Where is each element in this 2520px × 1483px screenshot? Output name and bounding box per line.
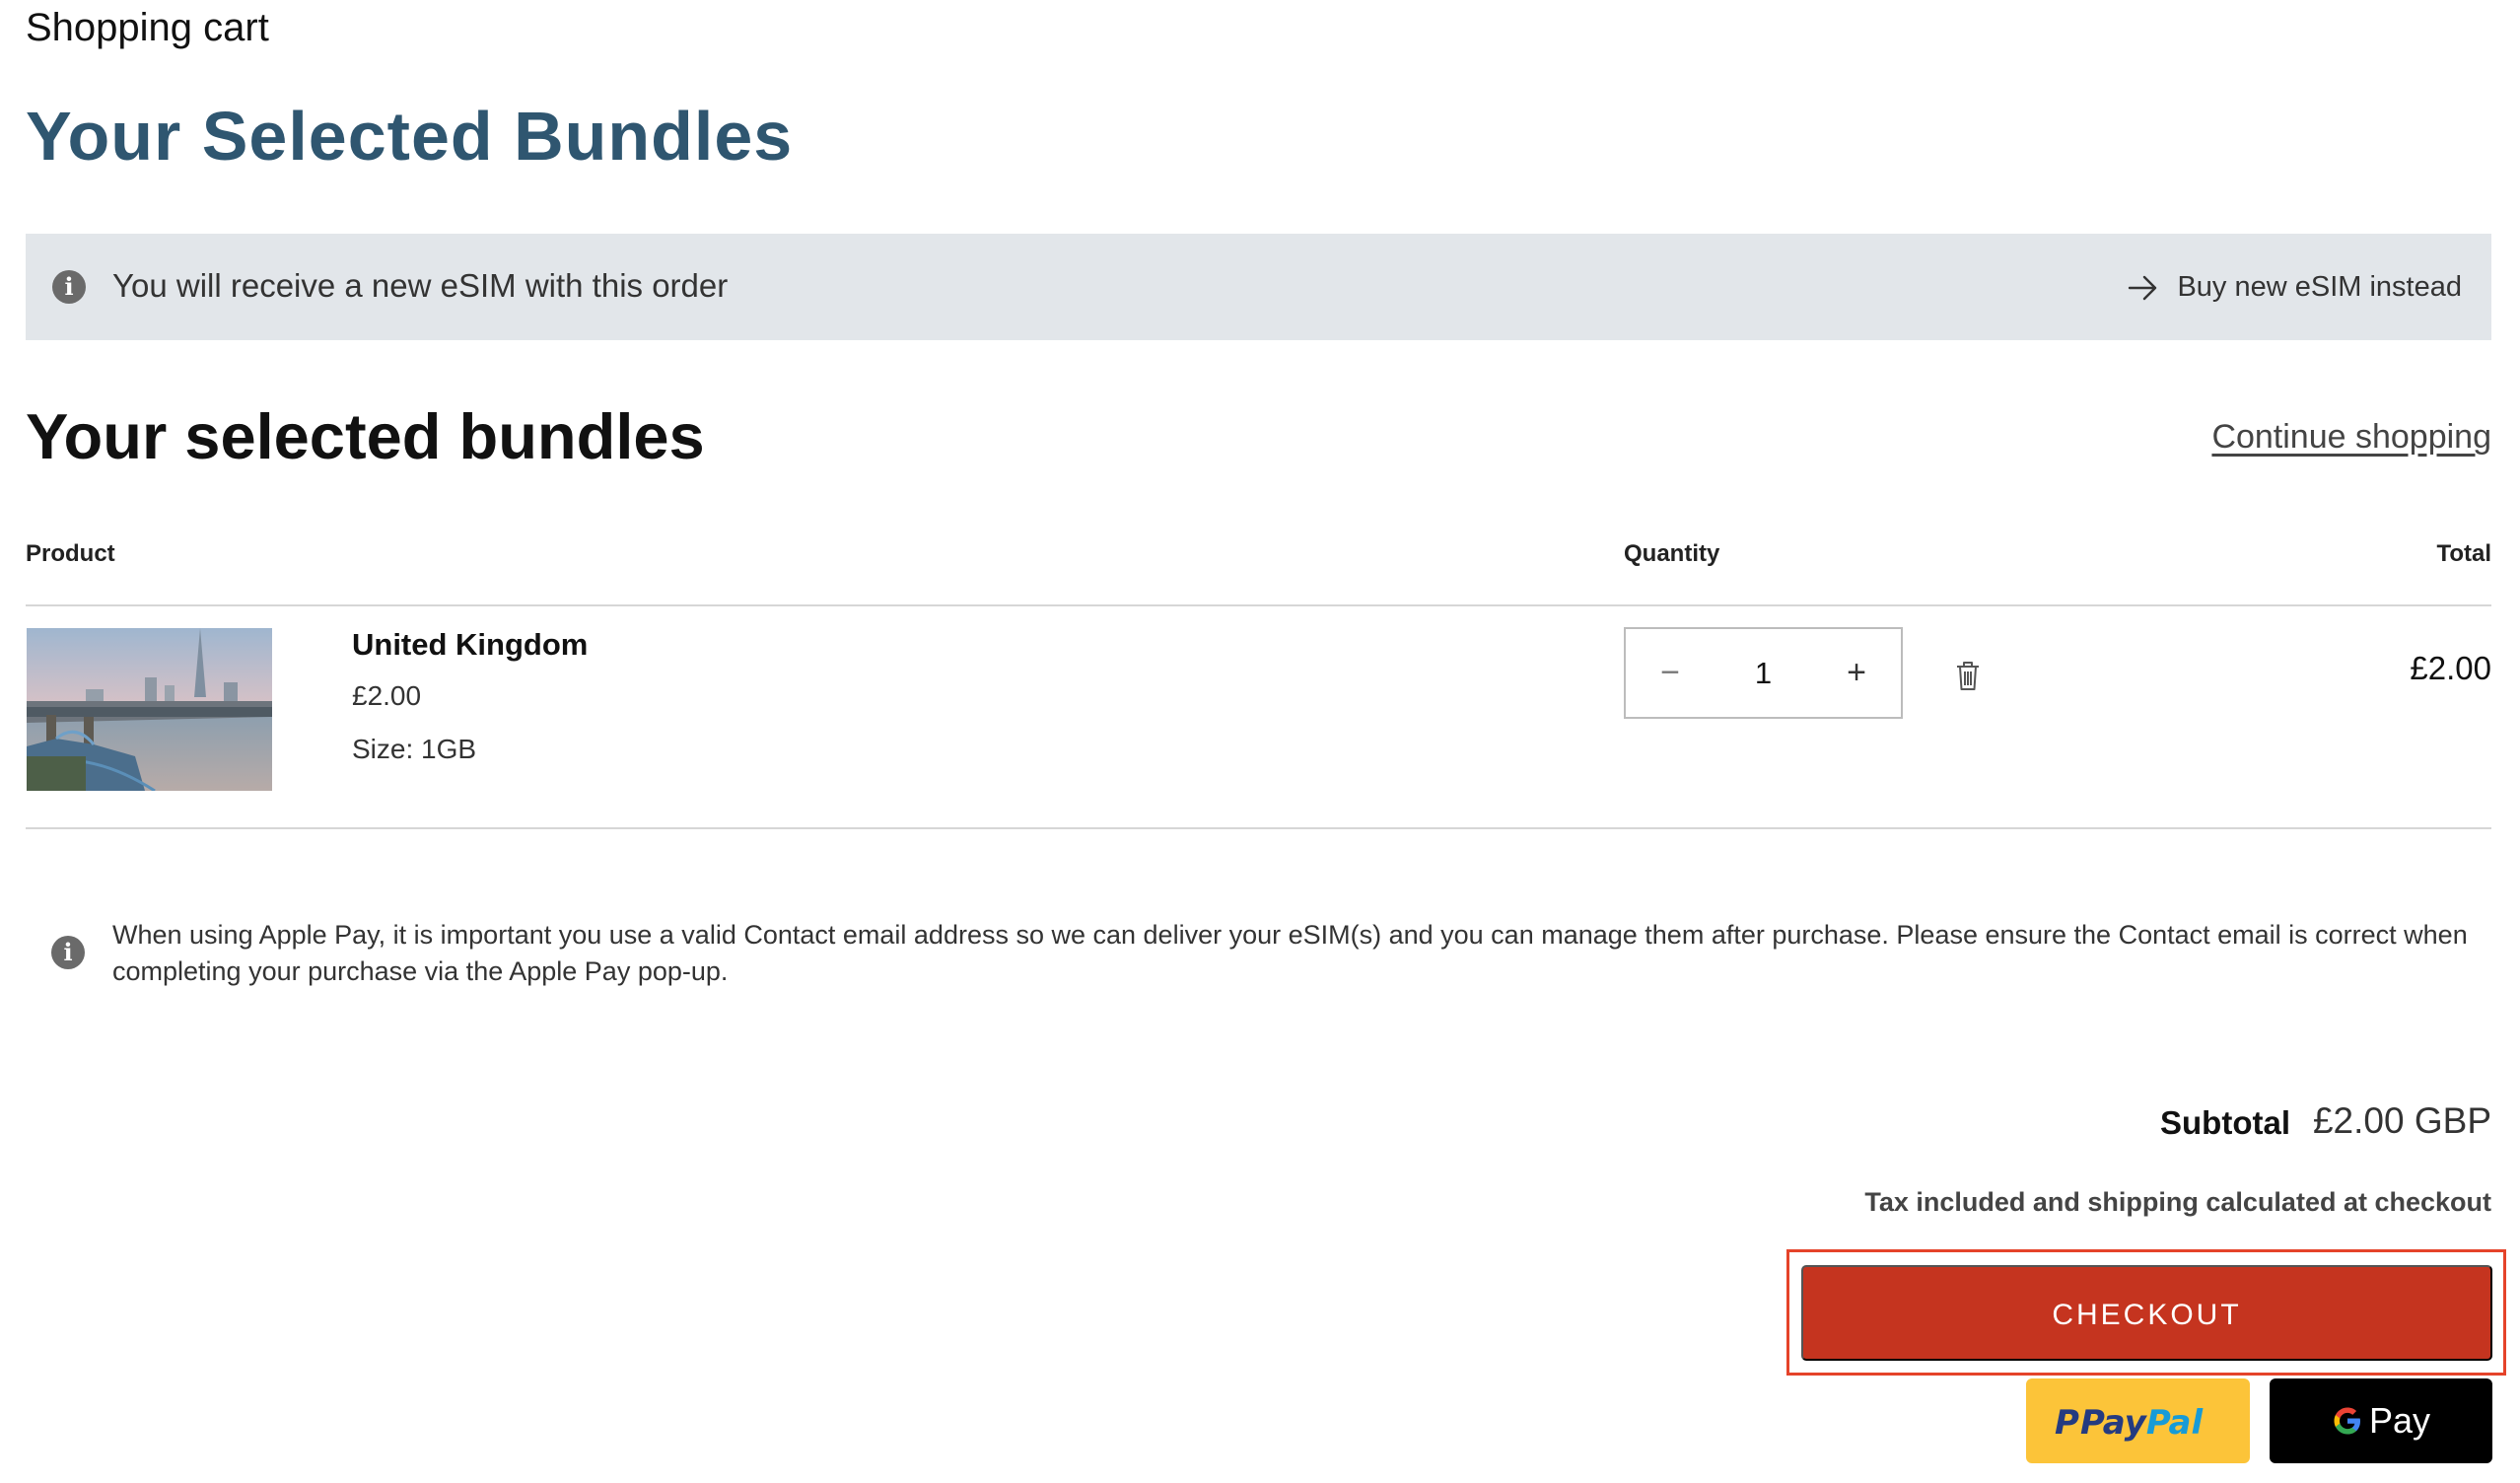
page: Shopping cart Your Selected Bundles i Yo… — [0, 0, 2520, 1483]
product-name[interactable]: United Kingdom — [352, 627, 588, 663]
subtotal-value: £2.00 GBP — [2312, 1100, 2491, 1141]
column-header-total: Total — [2436, 540, 2491, 567]
apple-pay-notice-text: When using Apple Pay, it is important yo… — [112, 920, 2468, 986]
product-price: £2.00 — [352, 680, 422, 711]
subtotal-label: Subtotal — [2160, 1104, 2290, 1141]
line-total: £2.00 — [2410, 650, 2491, 686]
page-title: Your Selected Bundles — [26, 98, 794, 175]
google-pay-button[interactable]: Pay — [2270, 1378, 2492, 1463]
column-header-quantity: Quantity — [1624, 540, 1720, 567]
quantity-stepper: − 1 + — [1624, 627, 1903, 719]
section-heading: Your selected bundles — [26, 400, 705, 472]
paypal-logo-icon: P PayPal — [2055, 1403, 2205, 1443]
esim-notice-bar: i You will receive a new eSIM with this … — [26, 234, 2491, 340]
google-g-icon — [2334, 1407, 2360, 1435]
svg-text:P: P — [2055, 1403, 2079, 1443]
google-pay-label: Pay — [2368, 1400, 2431, 1441]
buy-new-esim-label: Buy new eSIM instead — [2177, 271, 2462, 303]
buy-new-esim-link[interactable]: Buy new eSIM instead — [2128, 271, 2462, 304]
london-skyline-photo-icon — [27, 628, 272, 791]
notice-text: You will receive a new eSIM with this or… — [112, 267, 729, 304]
product-size: Size: 1GB — [352, 734, 477, 764]
trash-icon[interactable] — [1954, 659, 1982, 692]
paypal-button[interactable]: P PayPal — [2026, 1378, 2250, 1463]
quantity-input[interactable]: 1 — [1715, 629, 1812, 717]
breadcrumb: Shopping cart — [26, 6, 269, 49]
increase-quantity-button[interactable]: + — [1812, 629, 1901, 717]
table-divider — [26, 827, 2491, 829]
decrease-quantity-button[interactable]: − — [1626, 629, 1715, 717]
info-icon: i — [51, 936, 85, 969]
tax-shipping-note: Tax included and shipping calculated at … — [1864, 1187, 2491, 1217]
column-header-product: Product — [26, 540, 115, 567]
svg-text:PayPal: PayPal — [2080, 1403, 2205, 1443]
continue-shopping-link[interactable]: Continue shopping — [2211, 418, 2491, 457]
info-icon: i — [52, 270, 86, 304]
checkout-button[interactable]: CHECKOUT — [1801, 1265, 2492, 1361]
product-image[interactable] — [27, 628, 272, 791]
arrow-right-icon — [2129, 275, 2157, 300]
table-divider — [26, 604, 2491, 606]
